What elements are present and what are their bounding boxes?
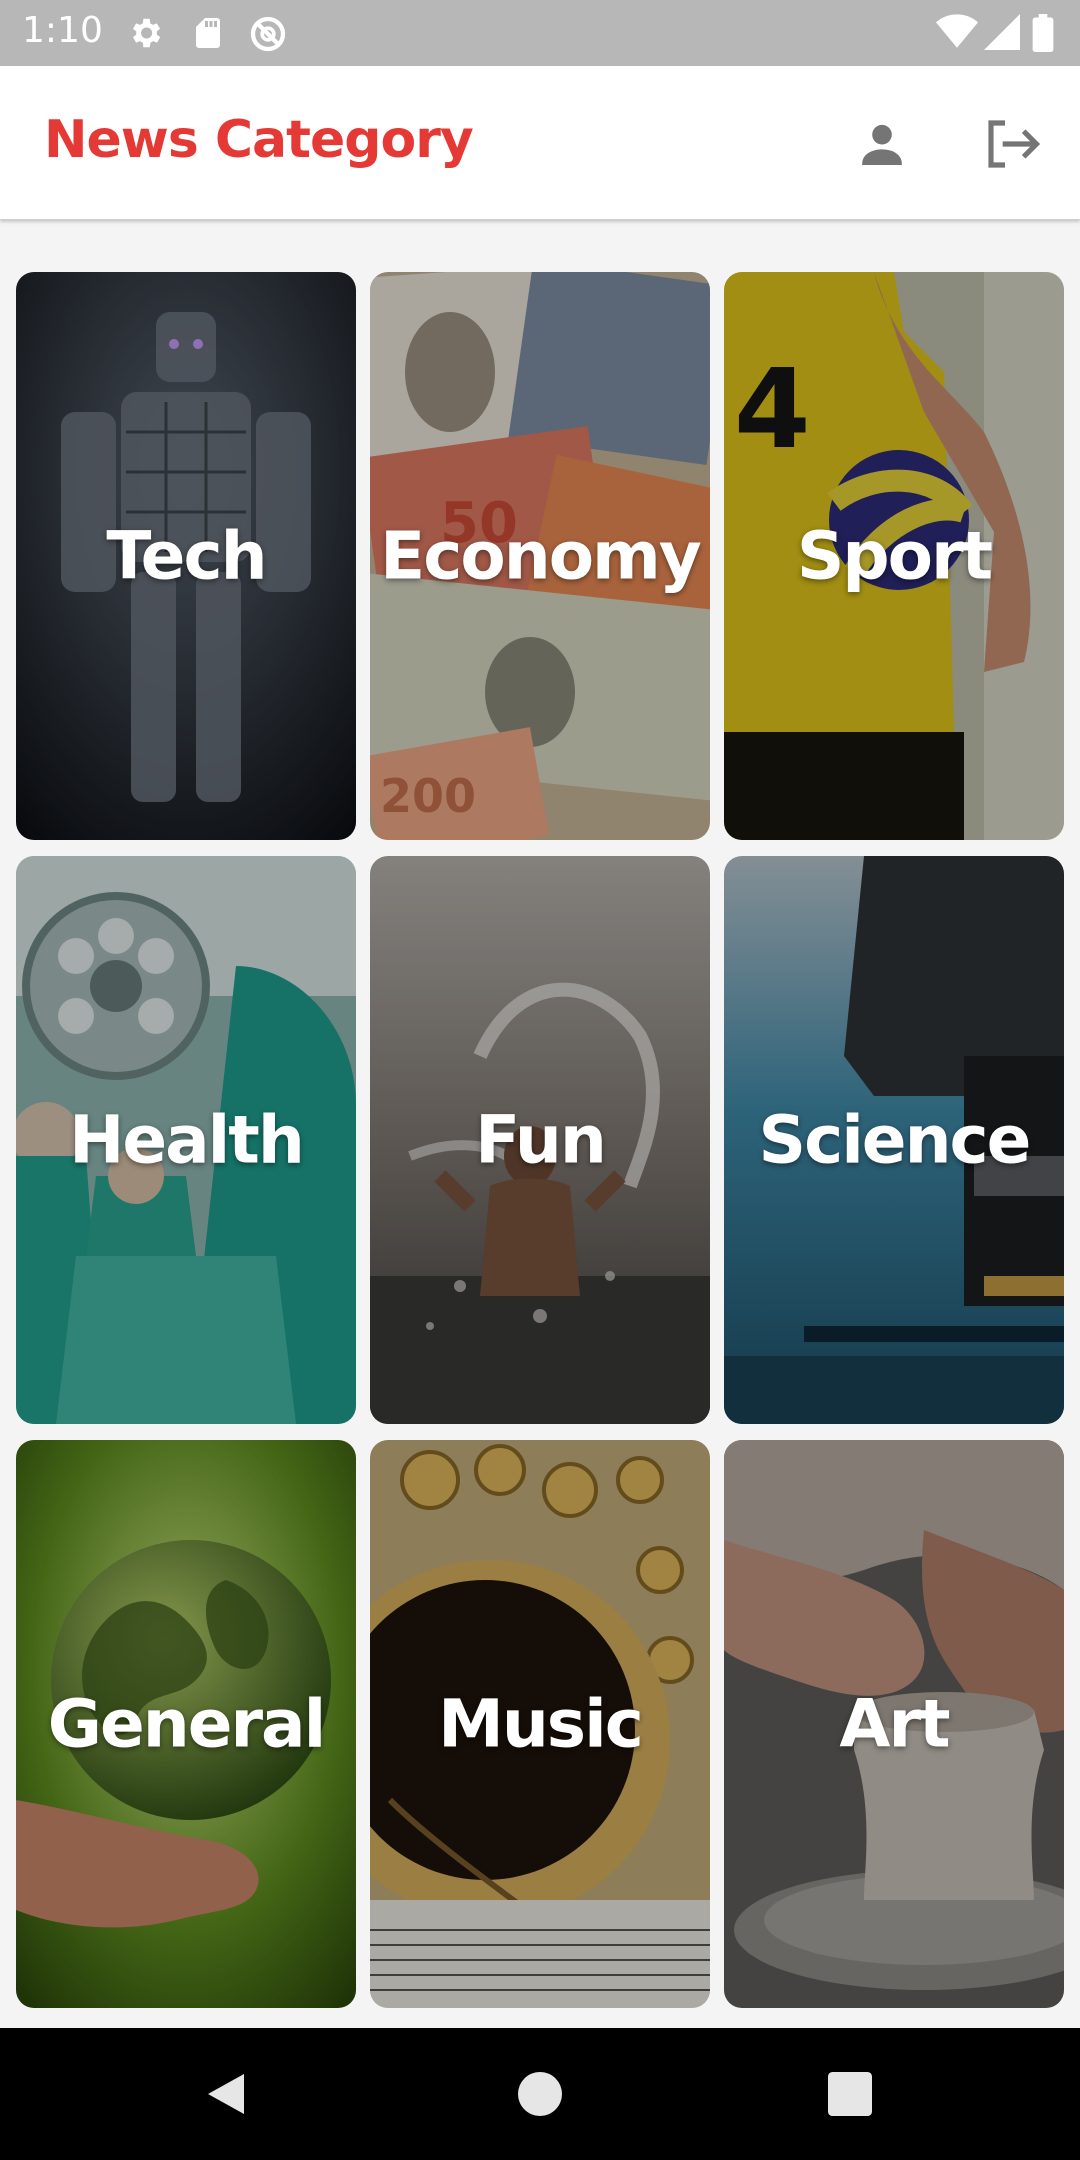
category-label: Art (839, 1685, 950, 1763)
app-bar: News Category (0, 66, 1080, 220)
battery-icon (1032, 14, 1054, 56)
category-card-art[interactable]: Art (724, 1440, 1064, 2008)
recents-button[interactable] (810, 2056, 890, 2136)
back-button[interactable] (186, 2056, 266, 2136)
category-grid: Tech 50 200 Economy 4 Sport Health Fun S… (16, 272, 1064, 2008)
category-card-fun[interactable]: Fun (370, 856, 710, 1424)
cell-signal-icon (984, 14, 1020, 54)
category-label: Fun (475, 1101, 607, 1179)
recents-icon (828, 2072, 872, 2120)
gear-icon (126, 14, 164, 56)
home-button[interactable] (500, 2056, 580, 2136)
category-label: Economy (380, 517, 702, 595)
category-card-general[interactable]: General (16, 1440, 356, 2008)
category-card-sport[interactable]: 4 Sport (724, 272, 1064, 840)
status-bar: 1:10 (0, 0, 1080, 66)
back-icon (204, 2070, 248, 2122)
logout-button[interactable] (976, 110, 1048, 182)
home-icon (518, 2072, 562, 2120)
sd-card-icon (190, 14, 226, 56)
status-time: 1:10 (22, 10, 103, 51)
wifi-icon (936, 14, 978, 54)
category-card-tech[interactable]: Tech (16, 272, 356, 840)
category-card-health[interactable]: Health (16, 856, 356, 1424)
category-label: Sport (796, 517, 993, 595)
category-label: Health (69, 1101, 305, 1179)
category-label: General (47, 1685, 326, 1763)
category-label: Science (758, 1101, 1032, 1179)
page-title: News Category (44, 110, 474, 170)
sync-blocked-icon (248, 14, 288, 58)
category-card-music[interactable]: Music (370, 1440, 710, 2008)
profile-button[interactable] (846, 110, 918, 182)
category-label: Music (438, 1685, 644, 1763)
logout-icon (981, 116, 1043, 176)
category-card-science[interactable]: Science (724, 856, 1064, 1424)
category-label: Tech (106, 517, 267, 595)
category-card-economy[interactable]: 50 200 Economy (370, 272, 710, 840)
system-nav-bar (0, 2028, 1080, 2160)
person-icon (854, 116, 910, 176)
